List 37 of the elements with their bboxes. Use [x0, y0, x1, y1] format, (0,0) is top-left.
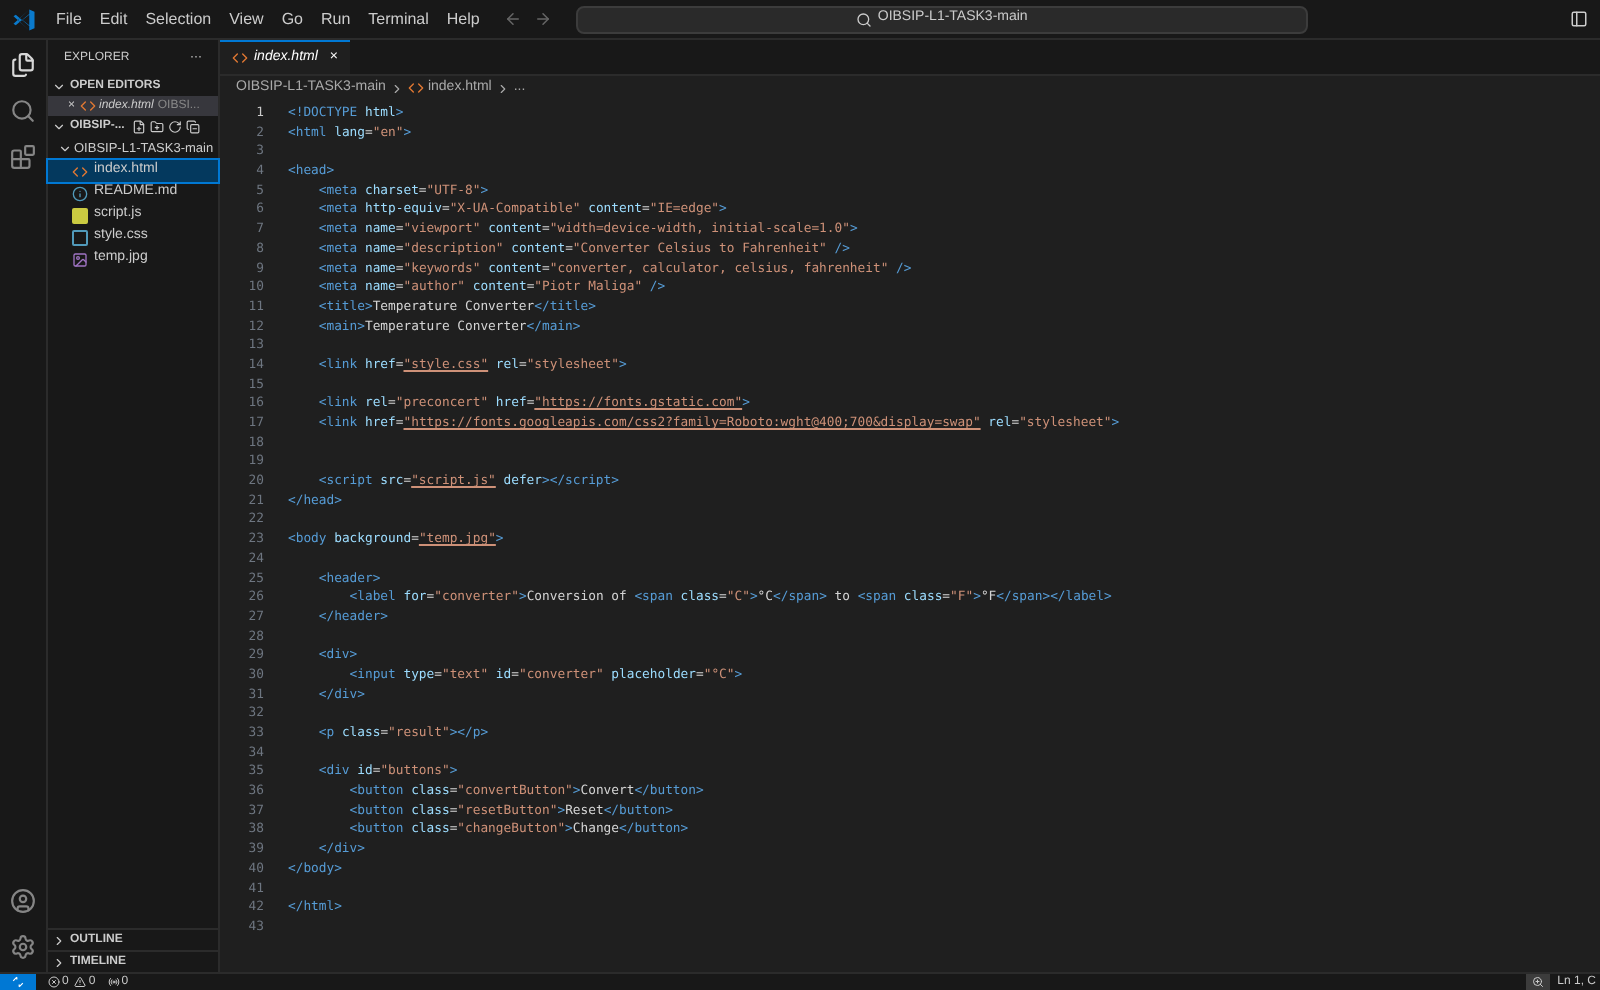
- menu-item[interactable]: File: [48, 7, 90, 31]
- new-folder-icon[interactable]: [150, 120, 165, 134]
- account-icon[interactable]: [10, 888, 36, 914]
- js-file-icon: [72, 207, 88, 223]
- warning-icon[interactable]: [74, 976, 87, 988]
- ports-icon[interactable]: [107, 976, 120, 988]
- extensions-icon[interactable]: [10, 144, 36, 170]
- back-arrow-icon[interactable]: [503, 10, 522, 28]
- html-file-icon: [79, 98, 96, 114]
- menu-item[interactable]: Help: [438, 7, 488, 31]
- zoom-button[interactable]: [1525, 974, 1550, 990]
- remote-icon: [12, 976, 24, 988]
- menu-item[interactable]: Edit: [91, 7, 136, 31]
- html-file-icon: [232, 50, 248, 66]
- app-logo-icon: [12, 7, 36, 31]
- zoom-icon: [1531, 976, 1544, 988]
- menu-item[interactable]: Run: [312, 7, 359, 31]
- settings-icon[interactable]: [10, 934, 36, 960]
- chevron-right-icon: [389, 81, 404, 95]
- image-file-icon: [72, 251, 88, 267]
- html-file-icon: [407, 80, 424, 96]
- menu-item[interactable]: View: [221, 7, 272, 31]
- search-icon: [855, 11, 872, 27]
- html-file-icon: [72, 163, 88, 179]
- error-icon[interactable]: [48, 976, 60, 988]
- collapse-icon[interactable]: [186, 120, 201, 134]
- search-icon[interactable]: [10, 98, 36, 124]
- info-file-icon: [72, 185, 88, 201]
- forward-arrow-icon[interactable]: [533, 10, 552, 28]
- layout-icon[interactable]: [1570, 10, 1588, 28]
- files-icon[interactable]: [10, 52, 36, 78]
- menu-item[interactable]: Terminal: [360, 7, 437, 31]
- refresh-icon[interactable]: [168, 120, 183, 134]
- new-file-icon[interactable]: [132, 120, 147, 134]
- menu-item[interactable]: Go: [273, 7, 311, 31]
- chevron-right-icon: [495, 81, 510, 95]
- menu-item[interactable]: Selection: [137, 7, 220, 31]
